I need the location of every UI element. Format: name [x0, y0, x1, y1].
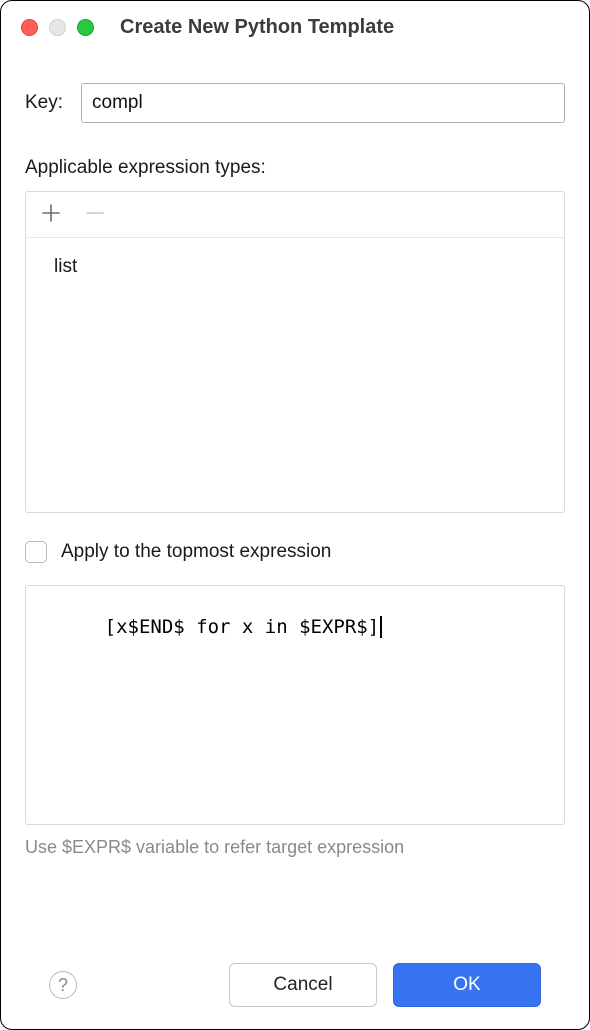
zoom-window-button[interactable] [77, 19, 94, 36]
dialog-footer: ? Cancel OK [25, 945, 565, 1029]
plus-icon [42, 203, 60, 227]
remove-type-button[interactable] [78, 198, 112, 232]
expression-types-list[interactable]: list [26, 238, 564, 512]
key-input[interactable] [81, 83, 565, 123]
minus-icon [86, 203, 104, 227]
ok-button[interactable]: OK [393, 963, 541, 1007]
close-window-button[interactable] [21, 19, 38, 36]
apply-topmost-checkbox[interactable] [25, 541, 47, 563]
minimize-window-button[interactable] [49, 19, 66, 36]
apply-topmost-label: Apply to the topmost expression [61, 541, 331, 563]
help-icon: ? [58, 975, 68, 996]
expression-types-label: Applicable expression types: [25, 157, 565, 179]
apply-topmost-row: Apply to the topmost expression [25, 541, 565, 563]
text-caret [380, 616, 382, 638]
add-type-button[interactable] [34, 198, 68, 232]
titlebar: Create New Python Template [1, 1, 589, 49]
dialog-title: Create New Python Template [120, 16, 394, 39]
expression-types-box: list [25, 191, 565, 513]
key-row: Key: [25, 83, 565, 123]
list-item[interactable]: list [54, 256, 536, 278]
hint-text: Use $EXPR$ variable to refer target expr… [25, 837, 565, 858]
template-text: [x$END$ for x in $EXPR$] [105, 616, 380, 638]
key-label: Key: [25, 92, 63, 114]
expression-types-toolbar [26, 192, 564, 238]
dialog-window: Create New Python Template Key: Applicab… [0, 0, 590, 1030]
help-button[interactable]: ? [49, 971, 77, 999]
dialog-content: Key: Applicable expression types: list [1, 49, 589, 1029]
footer-buttons: Cancel OK [229, 963, 541, 1007]
traffic-lights [21, 19, 94, 36]
template-textarea[interactable]: [x$END$ for x in $EXPR$] [25, 585, 565, 825]
cancel-button[interactable]: Cancel [229, 963, 377, 1007]
